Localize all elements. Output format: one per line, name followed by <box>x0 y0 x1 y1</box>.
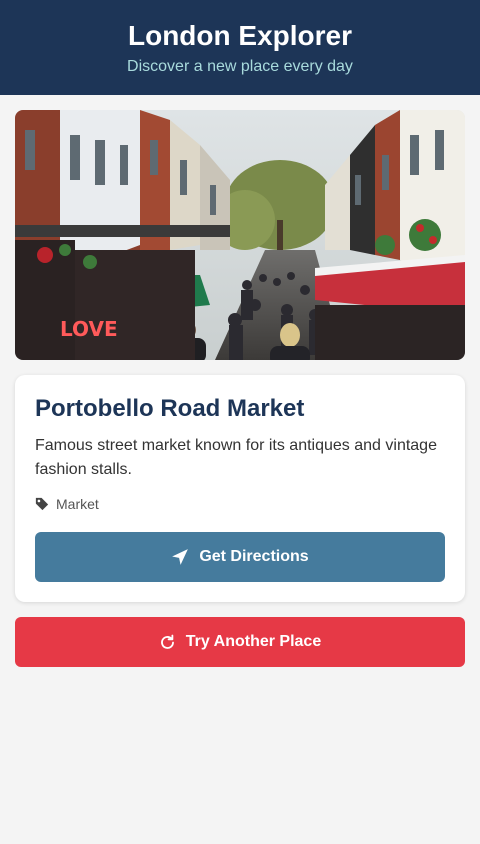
place-photo: LOVE <box>15 110 465 360</box>
get-directions-button[interactable]: Get Directions <box>35 532 445 582</box>
category-tag: Market <box>35 496 445 512</box>
try-another-button[interactable]: Try Another Place <box>15 617 465 667</box>
app-title: London Explorer <box>128 20 352 51</box>
location-arrow-icon <box>172 549 189 565</box>
redo-icon <box>160 634 174 649</box>
get-directions-label: Get Directions <box>199 548 309 565</box>
tag-icon <box>35 497 49 511</box>
place-description: Famous street market known for its antiq… <box>35 437 437 478</box>
place-name: Portobello Road Market <box>35 395 305 422</box>
app-subtitle: Discover a new place every day <box>127 58 353 75</box>
try-another-label: Try Another Place <box>185 633 322 650</box>
app-header: London Explorer Discover a new place eve… <box>0 0 480 95</box>
category-label: Market <box>56 496 99 512</box>
love-sign: LOVE <box>60 317 118 341</box>
place-card: Portobello Road Market Famous street mar… <box>15 375 465 602</box>
